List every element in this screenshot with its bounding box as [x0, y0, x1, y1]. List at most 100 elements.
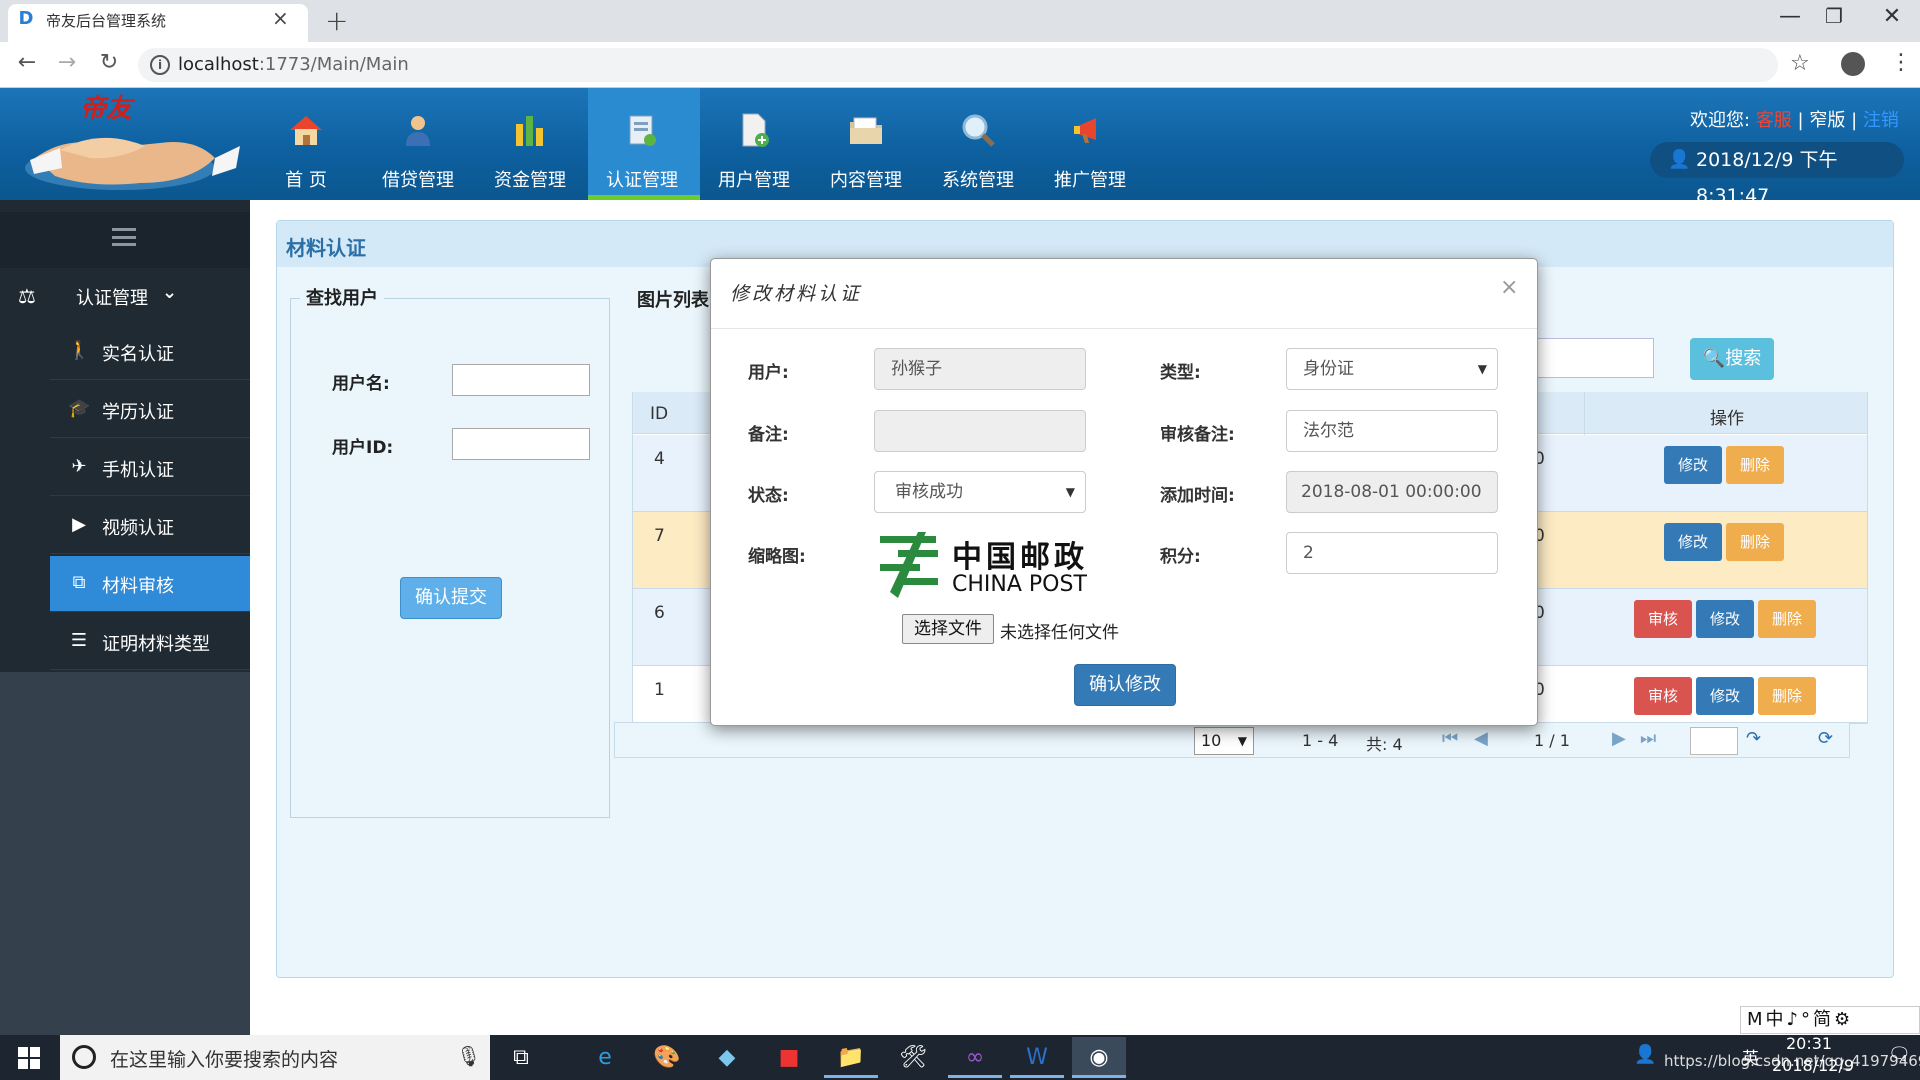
remark-field[interactable]: [874, 410, 1086, 452]
user-label: 用户:: [748, 363, 789, 383]
modal-close-icon[interactable]: ×: [1500, 275, 1518, 300]
confirm-edit-button[interactable]: 确认修改: [1074, 664, 1176, 706]
next-page-icon[interactable]: ▶: [1612, 728, 1626, 749]
forward-icon[interactable]: →: [52, 50, 82, 75]
userid-input[interactable]: [452, 428, 590, 460]
sidebar-item-realname[interactable]: 🚶 实名认证: [50, 324, 250, 380]
windows-start-icon[interactable]: [18, 1047, 40, 1069]
page-size-select[interactable]: 10 ▼: [1194, 727, 1254, 755]
nav-content[interactable]: 内容管理: [810, 88, 922, 200]
type-select[interactable]: 身份证 ▼: [1286, 348, 1498, 390]
goto-page-input[interactable]: [1690, 727, 1738, 755]
userid-label: 用户ID:: [332, 438, 394, 458]
tools-icon[interactable]: 🛠: [886, 1037, 940, 1078]
nav-label: 认证管理: [606, 170, 678, 191]
review-button[interactable]: 审核: [1634, 600, 1692, 638]
people-icon[interactable]: 👤: [1634, 1044, 1656, 1065]
paint-icon[interactable]: 🎨: [640, 1037, 694, 1078]
reload-icon[interactable]: ↻: [94, 50, 124, 75]
thumbnail-label: 缩略图:: [748, 547, 806, 567]
hamburger-icon[interactable]: [112, 228, 136, 246]
list-search-input[interactable]: [1530, 338, 1654, 378]
new-tab-icon[interactable]: +: [325, 4, 348, 37]
delete-button[interactable]: 删除: [1758, 600, 1816, 638]
clock-date[interactable]: 2018/12/9: [1772, 1056, 1854, 1075]
cortana-icon: [72, 1045, 96, 1069]
pager-page: 1 / 1: [1534, 731, 1570, 750]
edge-icon[interactable]: e: [578, 1037, 632, 1078]
magnifier-icon: [962, 114, 995, 147]
narrow-link[interactable]: 窄版: [1809, 110, 1845, 131]
delete-button[interactable]: 删除: [1726, 446, 1784, 484]
search-button-label: 搜索: [1725, 348, 1762, 369]
delete-button[interactable]: 删除: [1726, 523, 1784, 561]
prev-page-icon[interactable]: ◀: [1474, 728, 1488, 749]
word-icon[interactable]: W: [1010, 1037, 1064, 1078]
notification-icon[interactable]: 🗨: [1888, 1044, 1911, 1065]
nav-loan[interactable]: 借贷管理: [362, 88, 474, 200]
browser-menu-icon[interactable]: ⋮: [1890, 50, 1912, 75]
nav-users[interactable]: 用户管理: [698, 88, 810, 200]
window-close-icon[interactable]: ✕: [1872, 4, 1912, 29]
delete-button[interactable]: 删除: [1758, 677, 1816, 715]
submit-search-button[interactable]: 确认提交: [400, 577, 502, 619]
minimize-icon[interactable]: —: [1770, 4, 1810, 29]
last-page-icon[interactable]: ⏭: [1640, 728, 1656, 749]
welcome-bar: 欢迎您: 客服 | 窄版 | 注销: [1690, 106, 1899, 132]
file-explorer-icon[interactable]: 📁: [824, 1037, 878, 1078]
nav-home[interactable]: 首 页: [250, 88, 362, 200]
nav-funds[interactable]: 资金管理: [474, 88, 586, 200]
back-icon[interactable]: ←: [12, 50, 42, 75]
review-remark-field[interactable]: 法尔范: [1286, 410, 1498, 452]
microphone-icon[interactable]: 🎙: [456, 1044, 481, 1068]
add-time-field[interactable]: 2018-08-01 00:00:00: [1286, 471, 1498, 513]
edit-button[interactable]: 修改: [1696, 677, 1754, 715]
visual-studio-icon[interactable]: ∞: [948, 1037, 1002, 1078]
search-button[interactable]: 🔍搜索: [1690, 338, 1774, 380]
bookmark-star-icon[interactable]: ☆: [1790, 51, 1810, 76]
sidebar-item-material-review[interactable]: ⧉ 材料审核: [50, 556, 250, 612]
status-select[interactable]: 审核成功 ▼: [874, 471, 1086, 513]
nav-system[interactable]: 系统管理: [922, 88, 1034, 200]
clock-time[interactable]: 20:31: [1786, 1034, 1832, 1053]
edit-button[interactable]: 修改: [1664, 446, 1722, 484]
separator: |: [1851, 110, 1858, 131]
youdao-icon[interactable]: ■: [762, 1037, 816, 1078]
user-field[interactable]: 孙猴子: [874, 348, 1086, 390]
logout-link[interactable]: 注销: [1863, 110, 1899, 131]
china-post-cn-text: 中国邮政: [952, 540, 1088, 575]
points-field[interactable]: 2: [1286, 532, 1498, 574]
sidebar-item-proof-types[interactable]: ☰ 证明材料类型: [50, 614, 250, 670]
goto-page-icon[interactable]: ↷: [1746, 728, 1761, 749]
ime-toolbar[interactable]: M中♪°简⚙: [1740, 1006, 1920, 1034]
pager-total: 共: 4: [1366, 735, 1403, 754]
service-link[interactable]: 客服: [1756, 110, 1792, 131]
profile-avatar-icon[interactable]: [1841, 52, 1865, 76]
nav-label: 用户管理: [718, 170, 790, 191]
review-button[interactable]: 审核: [1634, 677, 1692, 715]
maximize-icon[interactable]: ❐: [1814, 4, 1854, 28]
first-page-icon[interactable]: ⏮: [1442, 728, 1458, 749]
choose-file-button[interactable]: 选择文件: [902, 614, 994, 644]
sidebar-item-label: 学历认证: [102, 402, 174, 423]
input-language[interactable]: 英: [1742, 1044, 1759, 1069]
nav-promotion[interactable]: 推广管理: [1034, 88, 1146, 200]
nav-certification[interactable]: 认证管理: [586, 88, 698, 200]
sidebar-item-phone[interactable]: ✈ 手机认证: [50, 440, 250, 496]
chrome-icon[interactable]: ◉: [1072, 1037, 1126, 1078]
welcome-prefix: 欢迎您:: [1690, 110, 1751, 131]
edit-button[interactable]: 修改: [1664, 523, 1722, 561]
task-view-icon[interactable]: ⧉: [494, 1037, 548, 1078]
tab-close-icon[interactable]: ×: [272, 6, 289, 30]
username-input[interactable]: [452, 364, 590, 396]
sidebar-item-video[interactable]: ▶ 视频认证: [50, 498, 250, 554]
nav-label: 系统管理: [942, 170, 1014, 191]
sidebar-group-certification[interactable]: ⚖ 认证管理 ⌄: [0, 272, 250, 322]
sidebar-item-education[interactable]: 🎓 学历认证: [50, 382, 250, 438]
notebook-icon[interactable]: ◆: [700, 1037, 754, 1078]
site-info-icon[interactable]: i: [150, 55, 170, 75]
refresh-icon[interactable]: ⟳: [1818, 728, 1833, 749]
edit-button[interactable]: 修改: [1696, 600, 1754, 638]
caret-down-icon: ▼: [1237, 734, 1247, 748]
column-header-ops: 操作: [1710, 409, 1744, 429]
